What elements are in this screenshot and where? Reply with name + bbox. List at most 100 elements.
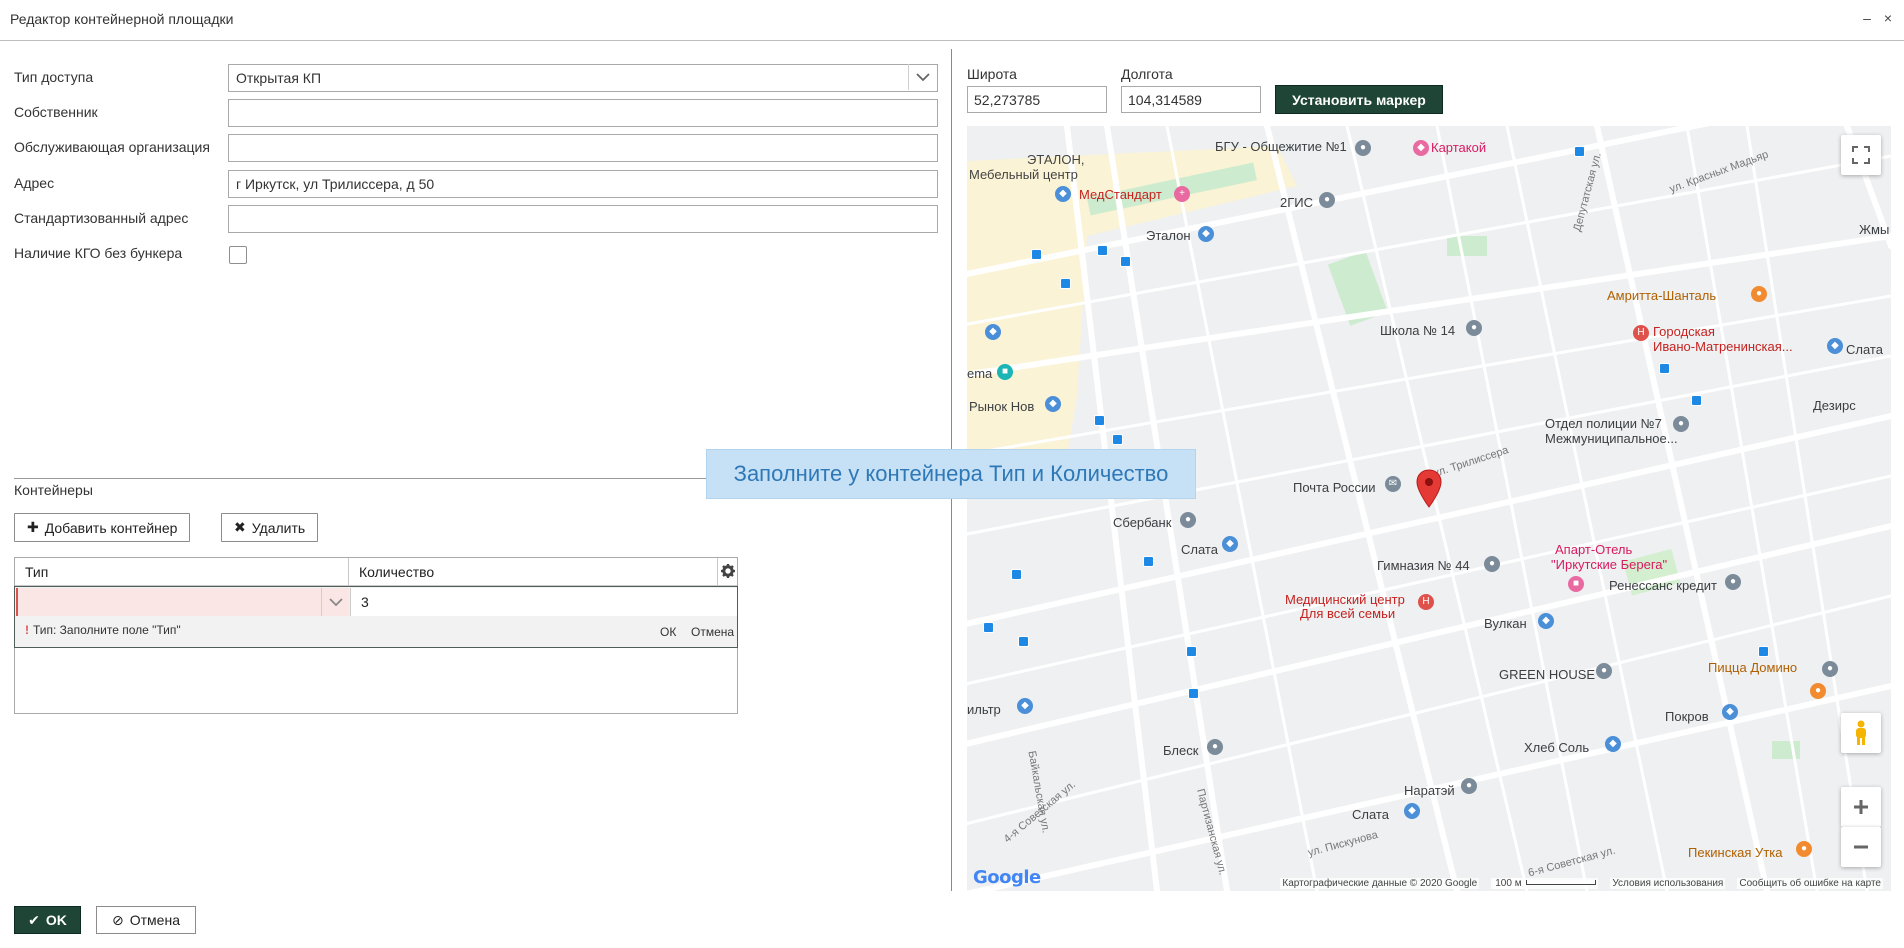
owner-input[interactable]	[228, 99, 938, 127]
cancel-button[interactable]: ⊘ Отмена	[96, 906, 196, 934]
service-org-input[interactable]	[228, 134, 938, 162]
shop-icon[interactable]: ◆	[1404, 803, 1420, 819]
map-view[interactable]: ЭТАЛОН, Мебельный центр ◆ БГУ - Общежити…	[967, 126, 1891, 891]
add-container-button[interactable]: ✚ Добавить контейнер	[14, 513, 191, 542]
bus-stop-icon[interactable]	[1018, 636, 1029, 647]
bus-stop-icon[interactable]	[1143, 556, 1154, 567]
bus-stop-icon[interactable]	[1031, 249, 1042, 260]
column-header-quantity[interactable]: Количество	[359, 564, 434, 580]
row-cancel-button[interactable]: Отмена	[691, 625, 734, 639]
shop-icon[interactable]: ◆	[1538, 613, 1554, 629]
food-icon[interactable]: ●	[1810, 683, 1826, 699]
shop-icon[interactable]: ◆	[1055, 186, 1071, 202]
map-label: Покров	[1665, 709, 1709, 724]
shop-icon[interactable]: ◆	[1198, 226, 1214, 242]
bus-stop-icon[interactable]	[1186, 646, 1197, 657]
zoom-in-icon[interactable]	[1841, 787, 1881, 827]
quantity-input[interactable]: 3	[350, 588, 737, 616]
hospital-icon[interactable]: H	[1418, 594, 1434, 610]
shop-icon[interactable]: ◆	[1605, 736, 1621, 752]
bus-stop-icon[interactable]	[983, 622, 994, 633]
bus-stop-icon[interactable]	[1691, 395, 1702, 406]
containers-grid: Тип Количество 3 ! Тип: Заполните поле "Т…	[14, 557, 738, 714]
row-ok-button[interactable]: ОК	[660, 625, 676, 639]
shop-icon[interactable]: ◆	[1722, 704, 1738, 720]
address-label: Адрес	[14, 175, 55, 191]
hotel-icon[interactable]: ■	[1568, 576, 1584, 592]
food-icon[interactable]: ●	[1796, 841, 1812, 857]
bus-stop-icon[interactable]	[1188, 688, 1199, 699]
kgo-checkbox[interactable]	[229, 246, 247, 264]
column-header-type[interactable]: Тип	[25, 564, 48, 580]
shop-icon[interactable]: ◆	[1045, 396, 1061, 412]
place-icon[interactable]: ●	[1461, 778, 1477, 794]
map-label: БГУ - Общежитие №1	[1215, 139, 1347, 154]
std-address-input[interactable]	[228, 205, 938, 233]
chevron-down-icon[interactable]	[908, 64, 937, 90]
shop-icon[interactable]: ◆	[1827, 338, 1843, 354]
bus-stop-icon[interactable]	[1659, 363, 1670, 374]
cinema-icon[interactable]: ■	[997, 364, 1013, 380]
pegman-icon[interactable]	[1841, 713, 1881, 753]
kgo-label: Наличие КГО без бункера	[14, 245, 183, 261]
bank-icon[interactable]: ●	[1725, 574, 1741, 590]
warning-icon: !	[25, 623, 29, 637]
school-icon[interactable]: ●	[1466, 320, 1482, 336]
map-label: Апарт-Отель	[1555, 542, 1633, 557]
police-icon[interactable]: ●	[1673, 416, 1689, 432]
fullscreen-icon[interactable]	[1841, 135, 1881, 175]
ok-button[interactable]: ✔ OK	[14, 906, 81, 934]
bus-stop-icon[interactable]	[1060, 278, 1071, 289]
map-report-link[interactable]: Сообщить об ошибке на карте	[1737, 877, 1883, 889]
delete-container-button[interactable]: ✖ Удалить	[221, 513, 319, 542]
address-input[interactable]: г Иркутск, ул Трилиссера, д 50	[228, 170, 938, 198]
add-container-label: Добавить контейнер	[44, 519, 178, 536]
place-icon[interactable]: ●	[1596, 663, 1612, 679]
bus-stop-icon[interactable]	[1574, 146, 1585, 157]
bus-stop-icon[interactable]	[1758, 646, 1769, 657]
bus-stop-icon[interactable]	[1112, 434, 1123, 445]
shop-icon[interactable]: ◆	[1017, 698, 1033, 714]
food-icon[interactable]: ●	[1751, 286, 1767, 302]
map-label: GREEN HOUSE	[1499, 667, 1596, 682]
gear-icon[interactable]	[718, 561, 738, 581]
hospital-icon[interactable]: H	[1633, 325, 1649, 341]
map-terms-link[interactable]: Условия использования	[1610, 877, 1726, 889]
bus-stop-icon[interactable]	[1094, 415, 1105, 426]
std-address-label: Стандартизованный адрес	[14, 210, 189, 226]
map-label: ЭТАЛОН,	[1027, 152, 1085, 167]
minimize-button[interactable]: –	[1859, 10, 1875, 26]
shop-icon[interactable]: ◆	[985, 324, 1001, 340]
place-icon[interactable]: ●	[1319, 192, 1335, 208]
map-scale-label: 100 м	[1493, 877, 1524, 889]
school-icon[interactable]: ●	[1484, 556, 1500, 572]
access-type-select[interactable]: Открытая КП	[228, 64, 938, 92]
shop-icon[interactable]: ◆	[1413, 140, 1429, 156]
latitude-input[interactable]: 52,273785	[967, 86, 1107, 113]
longitude-input[interactable]: 104,314589	[1121, 86, 1261, 113]
owner-label: Собственник	[14, 104, 98, 120]
bank-icon[interactable]: ●	[1180, 512, 1196, 528]
place-icon[interactable]: ●	[1355, 140, 1371, 156]
bus-stop-icon[interactable]	[1120, 256, 1131, 267]
bus-stop-icon[interactable]	[1097, 245, 1108, 256]
close-button[interactable]: ×	[1880, 10, 1896, 26]
containers-section-title: Контейнеры	[14, 482, 93, 498]
place-icon[interactable]: ●	[1207, 739, 1223, 755]
location-pin-icon[interactable]	[1416, 469, 1442, 509]
medical-icon[interactable]: +	[1174, 186, 1190, 202]
check-icon: ✔	[28, 911, 40, 928]
map-label: Сбербанк	[1113, 515, 1172, 530]
map-label: Рынок Нов	[969, 399, 1035, 414]
type-combobox[interactable]	[16, 588, 349, 616]
shop-icon[interactable]: ◆	[1222, 536, 1238, 552]
chevron-down-icon[interactable]	[321, 588, 349, 616]
set-marker-button[interactable]: Установить маркер	[1275, 85, 1443, 114]
map-label: Слата	[1846, 342, 1883, 357]
place-icon[interactable]: ●	[1822, 661, 1838, 677]
mail-icon[interactable]: ✉	[1385, 476, 1401, 492]
grid-header: Тип Количество	[15, 558, 737, 586]
bus-stop-icon[interactable]	[1011, 569, 1022, 580]
zoom-out-icon[interactable]	[1841, 827, 1881, 867]
map-label: Пицца Домино	[1708, 660, 1798, 675]
